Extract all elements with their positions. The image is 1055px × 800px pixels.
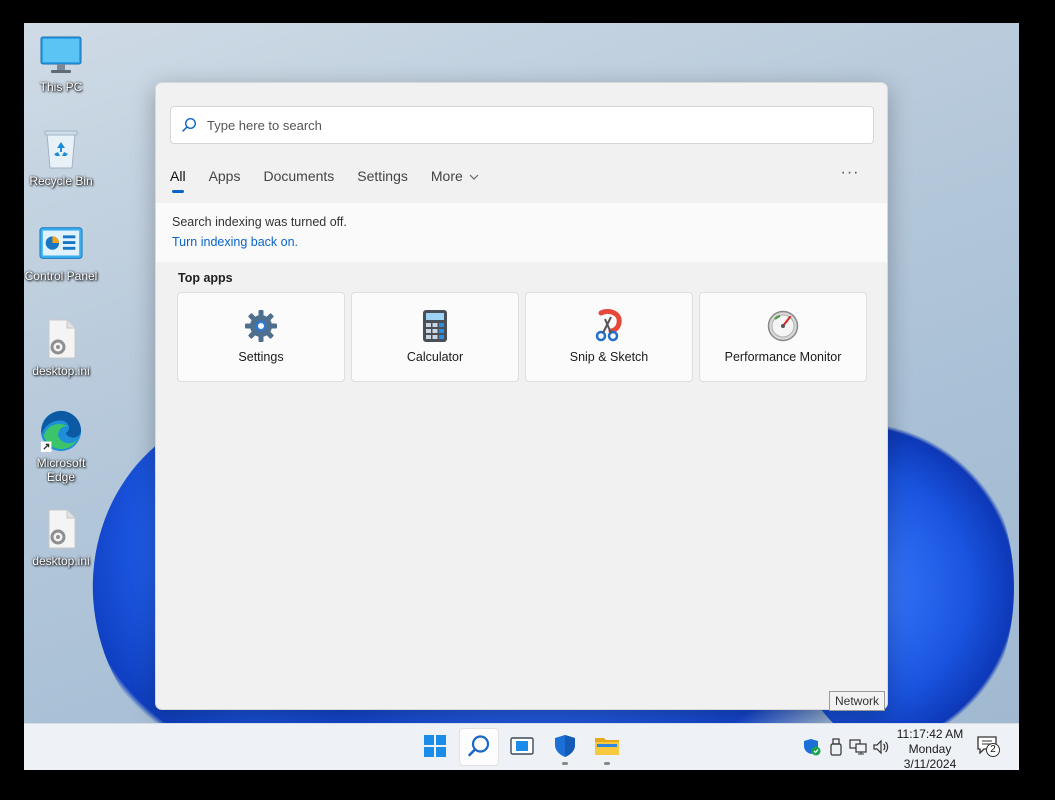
running-indicator — [562, 762, 568, 765]
desktop-icon-desktop-ini[interactable]: desktop.ini — [24, 317, 99, 378]
search-flyout: All Apps Documents Settings More ··· Sea… — [155, 82, 888, 710]
tab-apps[interactable]: Apps — [209, 165, 241, 195]
notification-count-badge: 2 — [986, 743, 1000, 757]
control-panel-icon — [39, 222, 83, 266]
calculator-icon — [418, 309, 452, 343]
desktop-icon-label: desktop.ini — [32, 554, 90, 568]
search-box[interactable] — [170, 106, 874, 144]
search-input[interactable] — [207, 117, 847, 133]
edge-icon — [39, 409, 83, 453]
snip-sketch-icon — [592, 309, 626, 343]
windows-security-button[interactable] — [545, 728, 585, 766]
desktop-icon-this-pc[interactable]: This PC — [24, 33, 99, 94]
tab-documents[interactable]: Documents — [263, 165, 334, 195]
app-name: Settings — [238, 350, 284, 364]
network-tooltip: Network — [829, 691, 886, 711]
tab-all[interactable]: All — [170, 165, 186, 195]
notification-icon: 2 — [977, 736, 1001, 758]
search-icon — [467, 734, 491, 761]
desktop-icon-recycle-bin[interactable]: Recycle Bin — [24, 127, 99, 188]
indexing-notice-text: Search indexing was turned off. — [172, 215, 347, 229]
desktop-icon-label: This PC — [39, 80, 83, 94]
desktop-icon-label: Microsoft Edge — [36, 456, 86, 484]
desktop-icon-microsoft-edge[interactable]: Microsoft Edge — [24, 409, 99, 484]
desktop-screen: This PC Recycle Bin Control Panel deskto… — [24, 23, 1019, 770]
app-card-calculator[interactable]: Calculator — [351, 292, 519, 382]
turn-indexing-on-link[interactable]: Turn indexing back on. — [172, 235, 298, 249]
tab-label: Documents — [263, 168, 335, 184]
desktop-icon-desktop-ini[interactable]: desktop.ini — [24, 507, 99, 568]
desktop-icon-label: Recycle Bin — [29, 174, 93, 188]
app-card-settings[interactable]: Settings — [177, 292, 345, 382]
file-explorer-button[interactable] — [587, 728, 627, 766]
shield-icon — [554, 734, 576, 761]
clock-date: 3/11/2024 — [903, 757, 957, 770]
usb-device-icon[interactable] — [827, 738, 845, 756]
volume-icon[interactable] — [872, 738, 890, 756]
tab-label: Apps — [208, 168, 241, 184]
search-tabs: All Apps Documents Settings More — [170, 165, 502, 195]
security-status-icon[interactable] — [803, 738, 821, 756]
search-icon — [171, 117, 207, 133]
desktop-icon-label: Control Panel — [24, 269, 98, 283]
top-apps-grid: Settings Calculator Snip & Sketch Perfor… — [177, 292, 867, 382]
folder-icon — [594, 735, 620, 760]
app-card-performance-monitor[interactable]: Performance Monitor — [699, 292, 867, 382]
chevron-down-icon — [466, 173, 479, 184]
desktop-icon-control-panel[interactable]: Control Panel — [24, 222, 99, 283]
app-name: Performance Monitor — [724, 350, 842, 364]
notification-center-button[interactable]: 2 — [977, 736, 1001, 758]
task-view-button[interactable] — [502, 728, 542, 766]
app-name: Calculator — [406, 350, 464, 364]
tab-label: All — [170, 168, 186, 184]
taskbar-search-button[interactable] — [459, 728, 499, 766]
more-options-button[interactable]: ··· — [840, 165, 860, 187]
recycle-bin-icon — [39, 127, 83, 171]
top-apps-heading: Top apps — [178, 271, 233, 285]
task-view-icon — [510, 736, 534, 759]
gear-icon — [244, 309, 278, 343]
start-button[interactable] — [415, 728, 455, 766]
desktop-icon-label: desktop.ini — [32, 364, 90, 378]
clock-time: 11:17:42 AM — [896, 727, 964, 741]
settings-file-icon — [39, 507, 83, 551]
network-icon[interactable] — [849, 738, 867, 756]
tab-label: Settings — [357, 168, 408, 184]
indexing-notice: Search indexing was turned off. Turn ind… — [156, 203, 887, 262]
windows-logo-icon — [424, 734, 446, 760]
taskbar-clock[interactable]: 11:17:42 AM Monday 3/11/2024 — [892, 727, 968, 770]
taskbar: 11:17:42 AM Monday 3/11/2024 2 — [24, 723, 1019, 770]
settings-file-icon — [39, 317, 83, 361]
app-card-snip-sketch[interactable]: Snip & Sketch — [525, 292, 693, 382]
tab-more[interactable]: More — [431, 165, 479, 195]
clock-day: Monday — [908, 742, 952, 756]
performance-monitor-icon — [766, 309, 800, 343]
app-name: Snip & Sketch — [569, 350, 649, 364]
tab-label: More — [430, 168, 463, 184]
tab-settings[interactable]: Settings — [357, 165, 408, 195]
running-indicator — [604, 762, 610, 765]
monitor-icon — [39, 33, 83, 77]
